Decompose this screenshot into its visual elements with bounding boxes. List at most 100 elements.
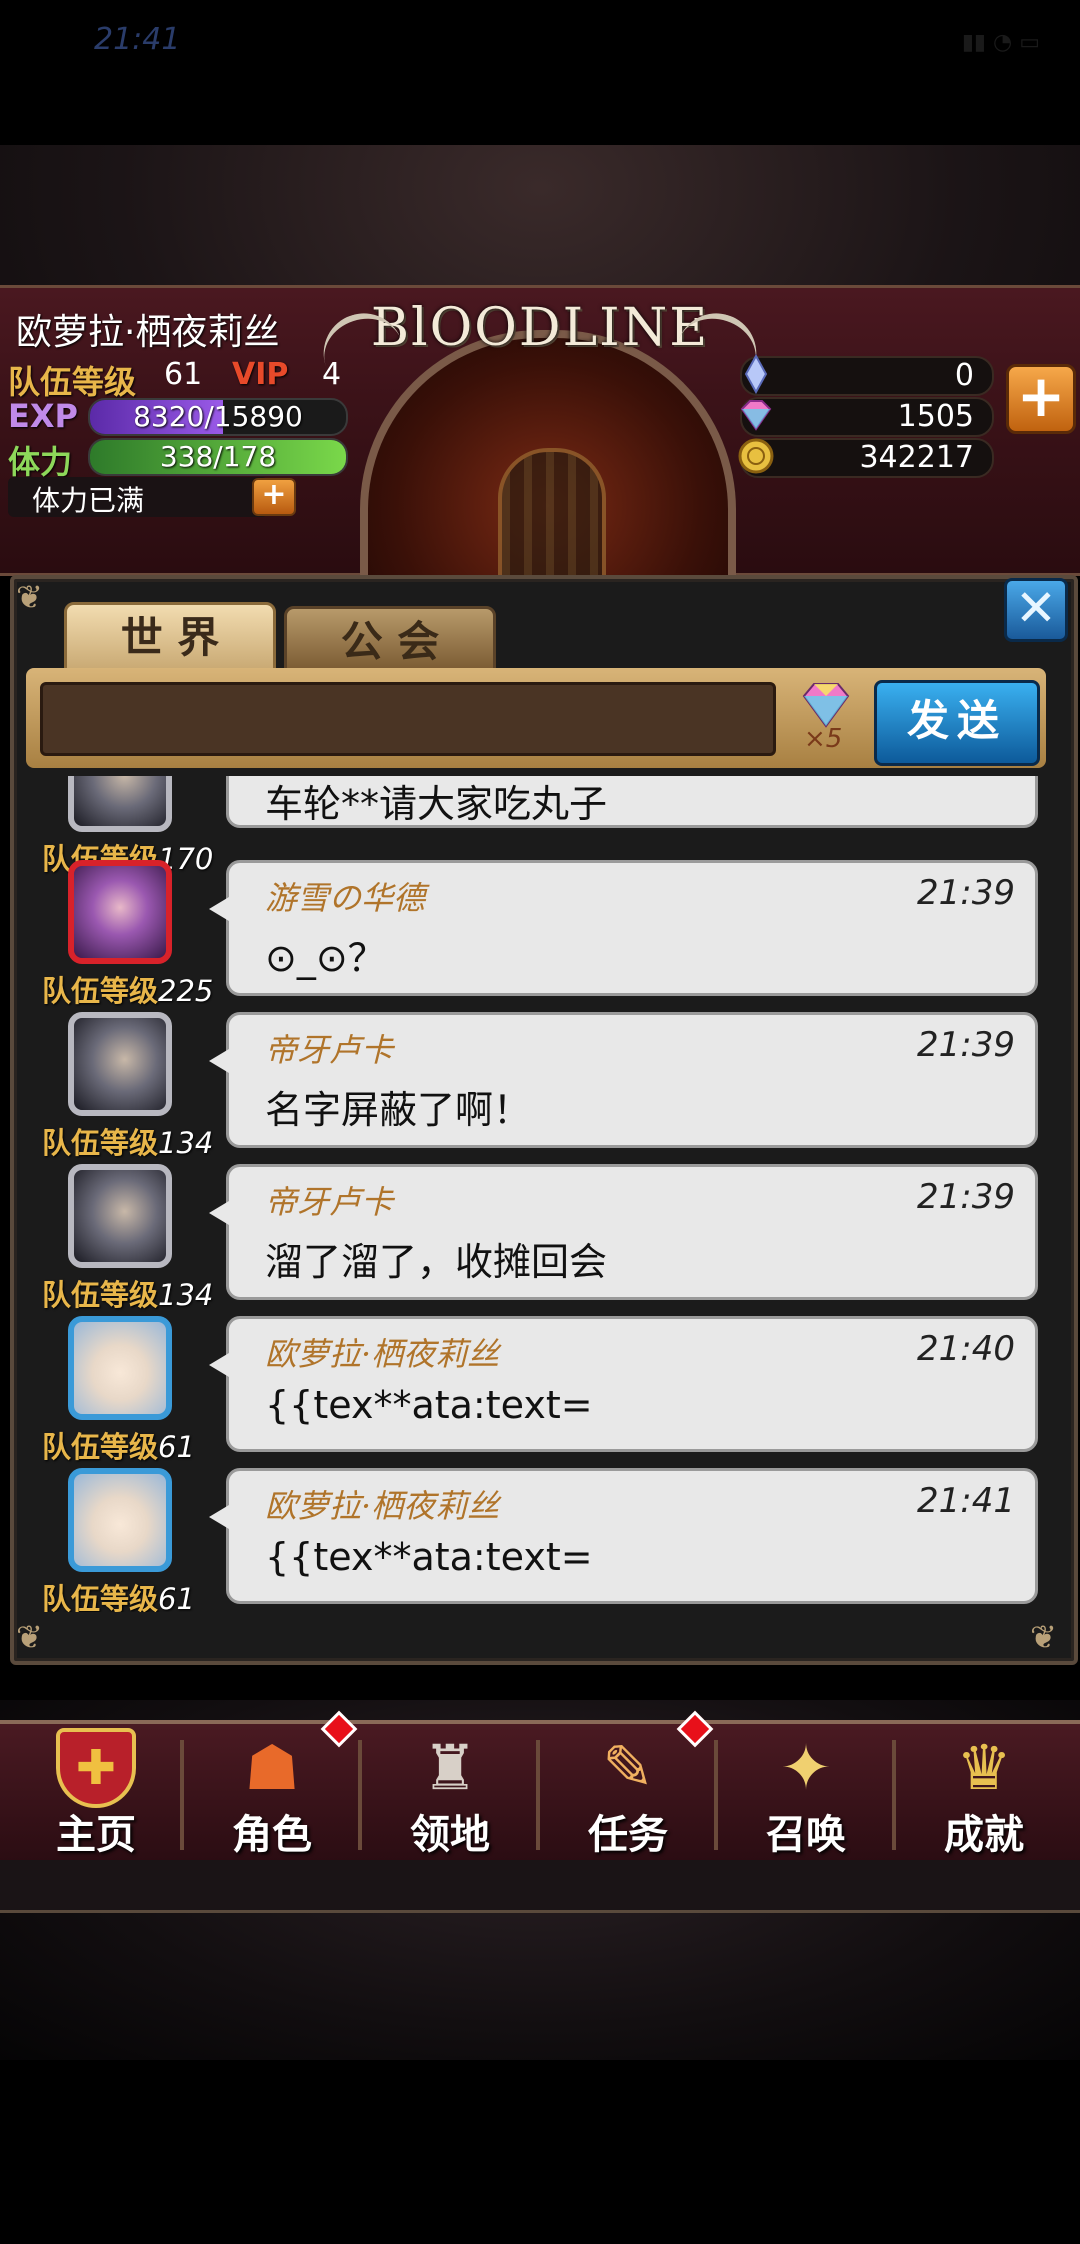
nav-quest-label: 任务 <box>588 1812 668 1858</box>
nav-divider <box>892 1740 896 1850</box>
vip-level-value: 4 <box>322 357 342 392</box>
status-bar: 21:41 ▮▮ ◔ ▭ <box>0 0 1080 80</box>
nav-territory-label: 领地 <box>410 1812 490 1858</box>
message-bubble: 帝牙卢卡 21:39 名字屏蔽了啊！ <box>209 1012 1038 1148</box>
message-time: 21:40 <box>917 1329 1015 1369</box>
nav-summon[interactable]: ✦ 召唤 <box>720 1720 892 1860</box>
message-level: 队伍等级61 <box>42 1576 195 1612</box>
nav-home-label: 主页 <box>56 1812 136 1858</box>
sender-name[interactable]: 帝牙卢卡 <box>265 1177 393 1223</box>
level-value: 134 <box>158 1126 214 1160</box>
exp-bar: 8320/15890 <box>88 398 348 436</box>
chat-message: 队伍等级61 欧萝拉·栖夜莉丝 21:40 {{tex**ata:text= <box>14 1316 1066 1464</box>
stamina-value: 338/178 <box>159 440 277 473</box>
nav-divider <box>536 1740 540 1850</box>
stamina-bar: 338/178 <box>88 438 348 476</box>
add-currency-button[interactable]: + <box>1006 364 1076 434</box>
hooded-character-icon: ☗ <box>244 1731 300 1804</box>
rainbow-gem-icon <box>802 683 850 728</box>
close-chat-button[interactable]: ✕ <box>1004 578 1068 642</box>
avatar[interactable] <box>68 1316 172 1420</box>
message-level: 队伍等级225 <box>42 968 213 1010</box>
message-time: 21:41 <box>917 1481 1015 1521</box>
message-text: {{tex**ata:text= <box>265 1535 593 1579</box>
level-label: 队伍等级 <box>42 1430 159 1464</box>
avatar[interactable] <box>68 1468 172 1572</box>
message-text: ⊙_⊙？ <box>265 936 386 980</box>
crystal-icon <box>744 354 768 394</box>
status-icons: ▮▮ ◔ ▭ <box>961 30 1040 55</box>
avatar[interactable] <box>68 1164 172 1268</box>
bottom-ornament-strip <box>0 1860 1080 1913</box>
player-name: 欧萝拉·栖夜莉丝 <box>16 312 280 353</box>
stamina-full-text: 体力已满 <box>32 484 145 517</box>
currency-crystal-value: 0 <box>954 358 974 393</box>
nav-territory[interactable]: ♜ 领地 <box>364 1720 536 1860</box>
nav-summon-label: 召唤 <box>766 1812 846 1858</box>
quest-book-icon: ✎ <box>602 1731 654 1804</box>
avatar[interactable] <box>68 860 172 964</box>
chat-message-input[interactable] <box>40 682 776 756</box>
logo-text: BlOODLINE <box>370 298 710 358</box>
stamina-full-row: 体力已满 <box>8 477 268 517</box>
level-label: 队伍等级 <box>42 1126 159 1160</box>
level-label: 队伍等级 <box>42 974 159 1008</box>
avatar[interactable] <box>68 776 172 832</box>
message-bubble: 欧萝拉·栖夜莉丝 21:40 {{tex**ata:text= <box>209 1316 1038 1452</box>
chat-message: 队伍等级225 游雪の华德 21:39 ⊙_⊙？ <box>14 860 1066 1008</box>
currency-crystal: 0 <box>740 354 994 396</box>
tab-world[interactable]: 世 界 <box>64 602 276 674</box>
send-button[interactable]: 发送 <box>874 680 1040 766</box>
sender-name[interactable]: 欧萝拉·栖夜莉丝 <box>265 1481 499 1527</box>
avatar[interactable] <box>68 1012 172 1116</box>
level-label: 队伍等级 <box>42 1278 159 1312</box>
chat-message-list[interactable]: 队伍等级170 车轮**请大家吃丸子 队伍等级225 游雪の华德 21:39 ⊙… <box>14 776 1066 1612</box>
nav-home[interactable]: ✚ 主页 <box>10 1720 182 1860</box>
exp-label: EXP <box>8 397 78 435</box>
gold-coin-icon <box>738 438 774 474</box>
summon-cards-icon: ✦ <box>780 1731 832 1804</box>
message-text: 溜了溜了，收摊回会 <box>265 1240 608 1284</box>
message-text: {{tex**ata:text= <box>265 1383 593 1427</box>
nav-divider <box>358 1740 362 1850</box>
message-cost-value: ×5 <box>804 724 843 754</box>
message-time: 21:39 <box>917 1177 1015 1217</box>
chat-message: 队伍等级134 帝牙卢卡 21:39 名字屏蔽了啊！ <box>14 1012 1066 1160</box>
sender-name[interactable]: 帝牙卢卡 <box>265 1025 393 1071</box>
sender-name[interactable]: 游雪の华德 <box>265 873 425 919</box>
nav-achievement[interactable]: ♛ 成就 <box>898 1720 1070 1860</box>
level-value: 61 <box>158 1430 195 1464</box>
message-level: 队伍等级134 <box>42 1272 213 1314</box>
gem-icon <box>740 400 772 431</box>
currency-gem: 1505 <box>740 397 994 437</box>
team-level-value: 61 <box>164 357 203 392</box>
message-time: 21:39 <box>917 873 1015 913</box>
message-bubble: 游雪の华德 21:39 ⊙_⊙？ <box>209 860 1038 996</box>
sender-name[interactable]: 欧萝拉·栖夜莉丝 <box>265 1329 499 1375</box>
stained-glass-window <box>498 448 606 586</box>
corner-ornament-icon: ❦ <box>16 578 43 616</box>
castle-icon: ♜ <box>422 1731 478 1804</box>
status-time: 21:41 <box>94 22 181 57</box>
exp-value: 8320/15890 <box>133 400 303 433</box>
message-bubble: 车轮**请大家吃丸子 <box>226 776 1038 828</box>
message-level: 队伍等级61 <box>42 1424 195 1466</box>
message-bubble: 帝牙卢卡 21:39 溜了溜了，收摊回会 <box>209 1164 1038 1300</box>
tab-guild[interactable]: 公 会 <box>284 606 496 674</box>
chat-message: 队伍等级134 帝牙卢卡 21:39 溜了溜了，收摊回会 <box>14 1164 1066 1312</box>
nav-divider <box>714 1740 718 1850</box>
level-value: 134 <box>158 1278 214 1312</box>
chat-message: 队伍等级61 欧萝拉·栖夜莉丝 21:41 {{tex**ata:text= <box>14 1468 1066 1612</box>
nav-achievement-label: 成就 <box>944 1812 1024 1858</box>
message-text: 车轮**请大家吃丸子 <box>265 782 608 826</box>
shield-cross-icon: ✚ <box>56 1728 136 1808</box>
level-value: 61 <box>158 1582 195 1612</box>
message-text: 名字屏蔽了啊！ <box>265 1088 532 1132</box>
level-value: 225 <box>158 974 214 1008</box>
corner-ornament-icon: ❦ <box>1030 1618 1057 1656</box>
game-logo: BlOODLINE <box>313 298 767 388</box>
message-level: 队伍等级134 <box>42 1120 213 1162</box>
add-stamina-button[interactable]: + <box>252 478 296 516</box>
corner-ornament-icon: ❦ <box>16 1618 43 1656</box>
currency-gem-value: 1505 <box>897 399 974 434</box>
